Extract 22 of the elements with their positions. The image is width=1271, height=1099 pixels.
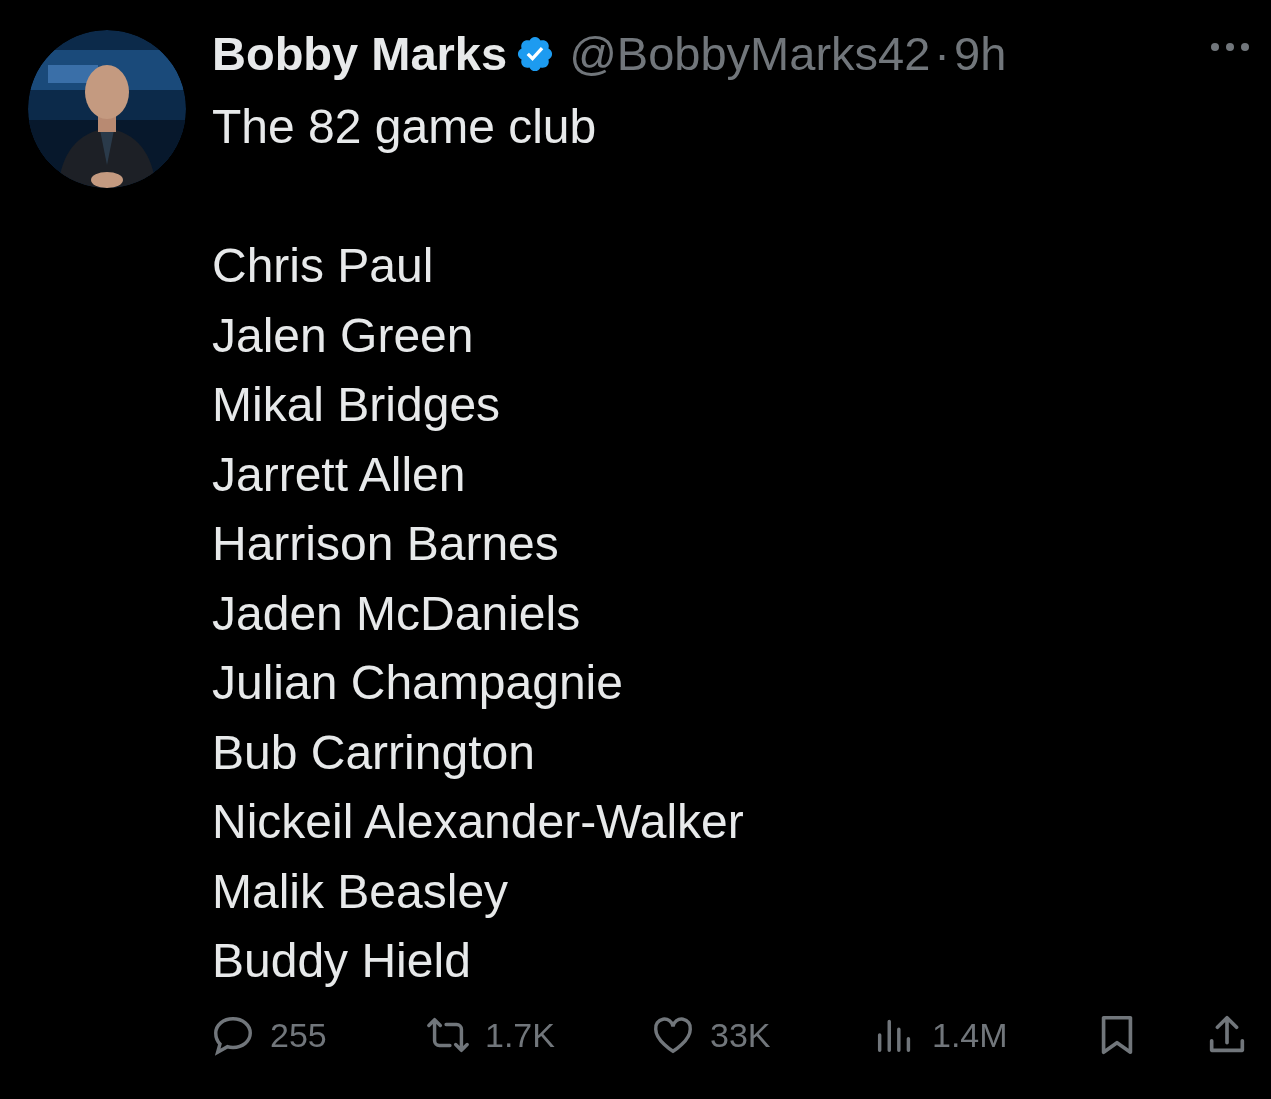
player-name: Bub Carrington bbox=[212, 724, 535, 781]
player-name: Chris Paul bbox=[212, 238, 434, 294]
reply-button[interactable]: 255 bbox=[210, 1009, 327, 1061]
player-name: Mikal Bridges bbox=[212, 377, 501, 433]
views-button[interactable]: 1.4M bbox=[872, 1009, 1008, 1061]
author-name[interactable]: Bobby Marks bbox=[212, 18, 508, 90]
player-name: Malik Beasley bbox=[212, 863, 509, 920]
player-name: Jarrett Allen bbox=[212, 446, 466, 503]
more-options-button[interactable] bbox=[1209, 41, 1251, 53]
like-button[interactable]: 33K bbox=[650, 1009, 771, 1061]
player-name: Nickeil Alexander-Walker bbox=[212, 794, 744, 850]
repost-button[interactable]: 1.7K bbox=[425, 1009, 555, 1061]
post-text: The 82 game club bbox=[212, 99, 597, 155]
more-dots-icon bbox=[1209, 41, 1251, 53]
post-time[interactable]: 9h bbox=[954, 18, 1007, 90]
player-name: Harrison Barnes bbox=[212, 516, 559, 572]
player-name: Jalen Green bbox=[212, 307, 474, 364]
author-handle[interactable]: @BobbyMarks42 bbox=[569, 18, 931, 90]
separator-dot: · bbox=[934, 25, 950, 82]
player-name: Jaden McDaniels bbox=[212, 585, 581, 642]
player-name: Buddy Hield bbox=[212, 933, 471, 989]
player-name: Julian Champagnie bbox=[212, 655, 623, 711]
